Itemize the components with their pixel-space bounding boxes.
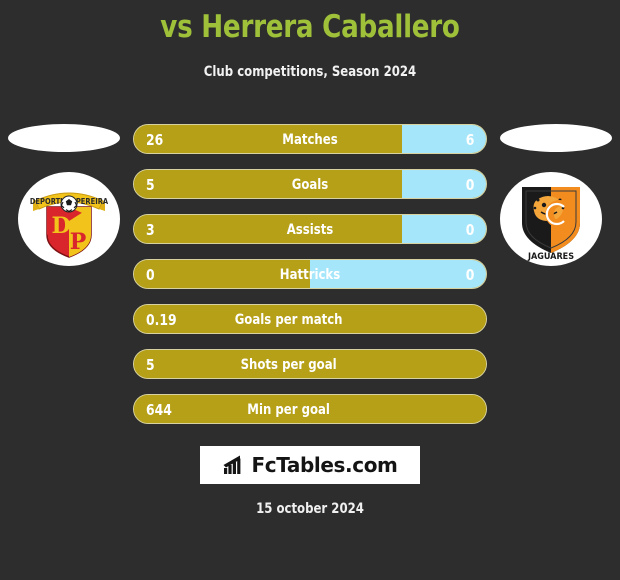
stat-value-right: 0 <box>465 176 474 194</box>
fctables-logo[interactable]: FcTables.com <box>200 446 420 484</box>
svg-text:JAGUARES: JAGUARES <box>527 252 574 261</box>
stat-value-right: 0 <box>465 221 474 239</box>
stat-label: Assists <box>286 222 334 238</box>
team-logo-right: JAGUARES <box>500 172 602 266</box>
report-date: 15 october 2024 <box>256 501 364 517</box>
svg-text:D: D <box>51 213 70 239</box>
stat-row-assists: 3 Assists 0 <box>133 214 487 244</box>
jaguares-crest-icon: JAGUARES <box>522 187 580 261</box>
bar-chart-icon <box>223 455 240 474</box>
stat-row-goals-per-match: 0.19 Goals per match <box>133 304 487 334</box>
stat-label: Shots per goal <box>240 357 337 373</box>
top-left-oval-decoration <box>8 124 120 152</box>
deportivo-pereira-crest-icon: DEPORTIVO PEREIRA D P <box>30 192 109 258</box>
stat-row-goals: 5 Goals 0 <box>133 169 487 199</box>
stats-list: 26 Matches 6 5 Goals 0 3 Assists 0 0 Hat… <box>133 124 487 439</box>
stat-label: Min per goal <box>247 402 330 418</box>
stat-row-shots-per-goal: 5 Shots per goal <box>133 349 487 379</box>
page-subtitle: Club competitions, Season 2024 <box>203 64 417 80</box>
svg-text:P: P <box>70 229 87 255</box>
page-title: vs Herrera Caballero <box>160 9 460 45</box>
stat-row-matches: 26 Matches 6 <box>133 124 487 154</box>
stat-comparison-card: vs Herrera Caballero Club competitions, … <box>0 0 620 580</box>
team-logo-left: DEPORTIVO PEREIRA D P <box>18 172 120 266</box>
top-right-oval-decoration <box>500 124 612 152</box>
stat-label: Hattricks <box>279 267 341 283</box>
stat-label: Goals <box>291 177 329 193</box>
stat-value-right: 6 <box>465 131 474 149</box>
stat-label: Goals per match <box>234 312 343 328</box>
stat-value-right: 0 <box>465 266 474 284</box>
fctables-brand-label: FcTables.com <box>251 453 398 477</box>
stat-row-min-per-goal: 644 Min per goal <box>133 394 487 424</box>
stat-label: Matches <box>282 132 338 148</box>
stat-row-hattricks: 0 Hattricks 0 <box>133 259 487 289</box>
